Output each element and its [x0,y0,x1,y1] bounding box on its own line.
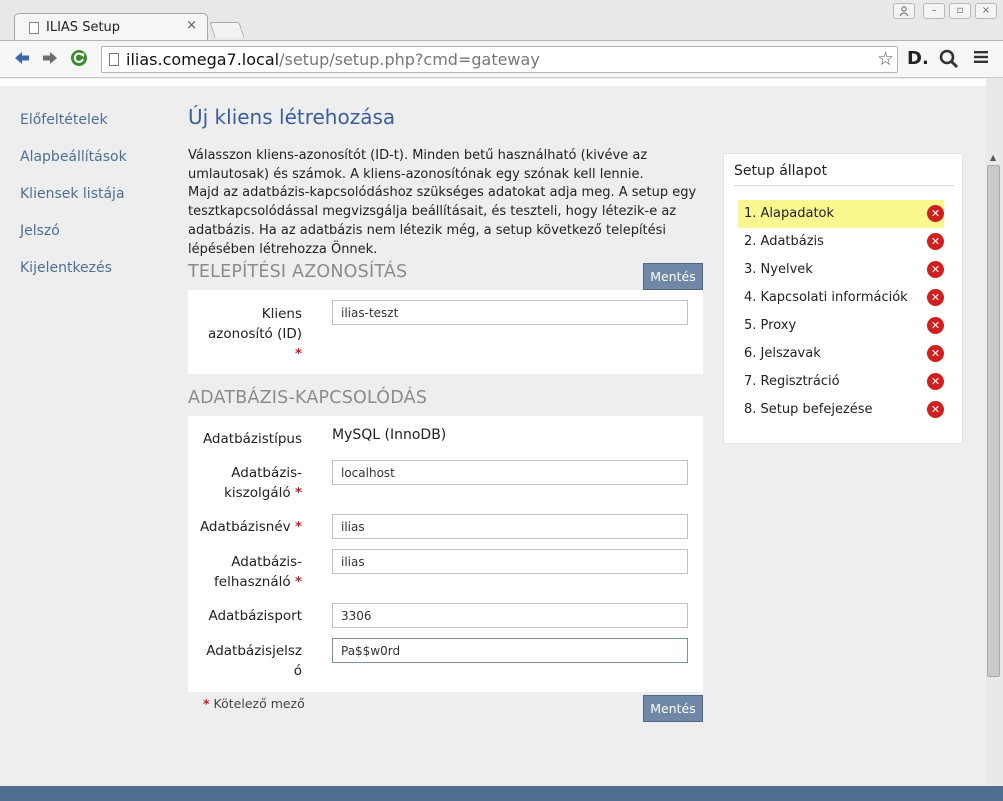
nav-item-client-list[interactable]: Kliensek listája [20,186,127,223]
tab-title: ILIAS Setup [46,20,121,35]
nav-item-basic-settings[interactable]: Alapbeállítások [20,149,127,186]
nav-item-password[interactable]: Jelszó [20,223,127,260]
scroll-up-icon[interactable]: ▲ [990,153,996,162]
intro-paragraph-2: Majd az adatbázis-kapcsolódáshoz szükség… [188,185,697,257]
page-icon [109,53,119,66]
db-name-label: Adatbázisnév * [199,519,302,535]
db-password-input[interactable] [332,638,688,663]
db-user-label: Adatbázis- felhasználó * [214,554,302,590]
extension-d-icon[interactable]: D. [907,49,929,69]
left-navigation: Előfeltételek Alapbeállítások Kliensek l… [20,112,127,297]
status-step-database: 2. Adatbázis ✕ [738,228,944,256]
browser-titlebar: ILIAS Setup × – ▫ × [0,0,1003,42]
status-step-list: 1. Alapadatok ✕ 2. Adatbázis ✕ 3. Nyelvek ✕… [738,200,944,424]
minimize-icon[interactable]: – [923,3,945,19]
maximize-icon[interactable]: ▫ [949,3,971,19]
section-title-database: ADATBÁZIS-KAPCSOLÓDÁS [188,388,428,408]
db-port-input[interactable] [332,603,688,628]
close-tab-icon[interactable]: × [186,18,197,33]
status-step-registration: 7. Regisztráció ✕ [738,368,944,396]
intro-text: Válasszon kliens-azonosítót (ID-t). Mind… [188,147,708,259]
browser-tab[interactable]: ILIAS Setup × [14,13,208,42]
page-viewport: Előfeltételek Alapbeállítások Kliensek l… [0,79,986,786]
error-x-icon: ✕ [927,261,944,278]
error-x-icon: ✕ [927,401,944,418]
reload-icon[interactable] [70,49,88,72]
error-x-icon: ✕ [927,345,944,362]
status-step-proxy: 5. Proxy ✕ [738,312,944,340]
browser-toolbar: ilias.comega7.local/setup/setup.php?cmd=… [0,40,1003,78]
forward-arrow-icon[interactable] [41,49,59,72]
status-step-languages: 3. Nyelvek ✕ [738,256,944,284]
db-host-input[interactable] [332,460,688,485]
required-marker: * [294,346,302,362]
status-title: Setup állapot [734,163,828,179]
status-step-passwords: 6. Jelszavak ✕ [738,340,944,368]
search-extension-icon[interactable] [939,49,959,74]
menu-icon[interactable] [974,49,988,69]
close-window-icon[interactable]: × [975,3,997,19]
database-form-panel: Adatbázistípus MySQL (InnoDB) Adatbázis-… [188,416,703,692]
db-password-label: Adatbázisjelsz ó [206,643,302,679]
db-user-input[interactable] [332,549,688,574]
save-button-top[interactable]: Mentés [643,263,703,290]
db-host-label: Adatbázis- kiszolgáló * [224,465,302,501]
page-footer-bar [0,786,1003,801]
status-step-finish: 8. Setup befejezése ✕ [738,396,944,424]
save-button-bottom[interactable]: Mentés [643,695,703,722]
client-id-input[interactable] [332,300,688,325]
page-title: Új kliens létrehozása [188,105,396,129]
error-x-icon: ✕ [927,205,944,222]
db-type-label: Adatbázistípus [202,431,302,447]
scrollbar-thumb[interactable] [987,165,1000,677]
status-divider [734,185,954,186]
header-strip [0,79,986,86]
vertical-scrollbar[interactable]: ▲ [986,79,1003,786]
error-x-icon: ✕ [927,289,944,306]
status-step-basic-data: 1. Alapadatok ✕ [738,200,944,228]
back-arrow-icon[interactable] [13,49,31,72]
db-name-input[interactable] [332,514,688,539]
new-tab-button[interactable] [209,22,245,38]
user-profile-icon[interactable] [893,3,915,19]
db-port-label: Adatbázisport [208,608,302,624]
nav-item-prerequisites[interactable]: Előfeltételek [20,112,127,149]
setup-status-panel: Setup állapot 1. Alapadatok ✕ 2. Adatbázi… [723,153,963,444]
error-x-icon: ✕ [927,373,944,390]
install-form-panel: Kliens azonosító (ID) * [188,290,703,374]
section-title-install: TELEPÍTÉSI AZONOSÍTÁS [188,262,408,282]
url-text: ilias.comega7.local/setup/setup.php?cmd=… [126,50,540,69]
error-x-icon: ✕ [927,317,944,334]
address-bar[interactable]: ilias.comega7.local/setup/setup.php?cmd=… [101,46,898,73]
star-icon[interactable]: ☆ [877,48,894,70]
client-id-label: Kliens azonosító (ID) * [208,306,302,362]
error-x-icon: ✕ [927,233,944,250]
page-icon [29,22,39,34]
status-step-contact-info: 4. Kapcsolati információk ✕ [738,284,944,312]
intro-paragraph-1: Válasszon kliens-azonosítót (ID-t). Mind… [188,148,648,182]
required-field-note: * Kötelező mező [203,696,305,711]
db-type-value: MySQL (InnoDB) [332,427,447,443]
nav-item-logout[interactable]: Kijelentkezés [20,260,127,297]
